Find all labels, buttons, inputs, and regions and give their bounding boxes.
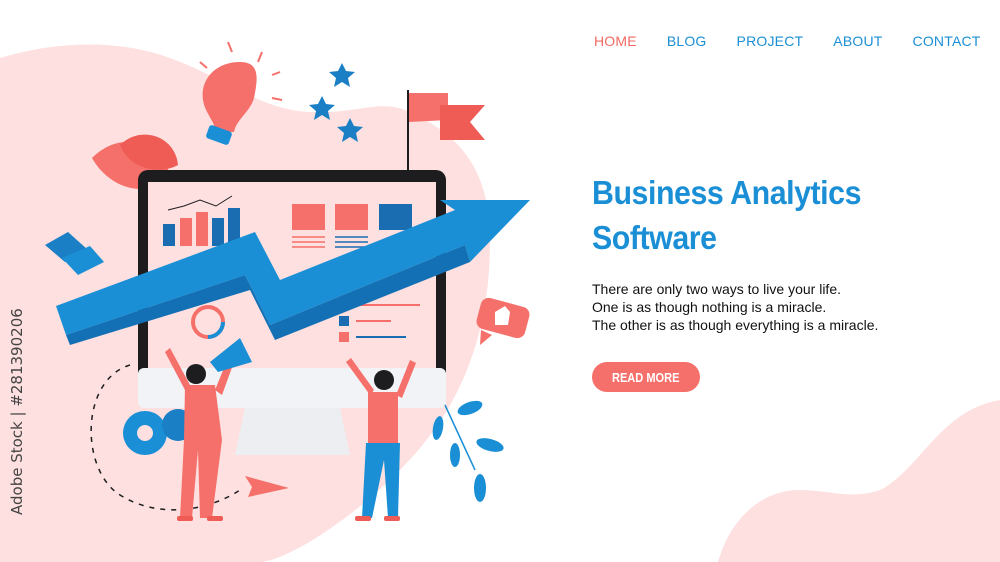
hero-title-line-2: Software [592, 219, 717, 256]
nav-home[interactable]: HOME [594, 33, 637, 49]
hero-title-line-1: Business Analytics [592, 174, 862, 211]
nav-contact[interactable]: CONTACT [913, 33, 981, 49]
hero-text-line: One is as though nothing is a miracle. [592, 299, 827, 315]
stock-watermark-id: Adobe Stock | #281390206 [8, 308, 26, 515]
nav-blog[interactable]: BLOG [667, 33, 707, 49]
top-navigation: HOME BLOG PROJECT ABOUT CONTACT [594, 33, 981, 49]
hero-title: Business Analytics Software [592, 170, 861, 260]
thumbs-up-icon [476, 297, 530, 345]
hero-text-line: The other is as though everything is a m… [592, 317, 879, 333]
read-more-label: READ MORE [612, 369, 680, 385]
nav-about[interactable]: ABOUT [833, 33, 882, 49]
hero-text-line: There are only two ways to live your lif… [592, 281, 841, 297]
background-blob-right [718, 400, 1000, 562]
hero-description: There are only two ways to live your lif… [592, 280, 878, 334]
read-more-button[interactable]: READ MORE [592, 362, 700, 392]
nav-project[interactable]: PROJECT [737, 33, 804, 49]
